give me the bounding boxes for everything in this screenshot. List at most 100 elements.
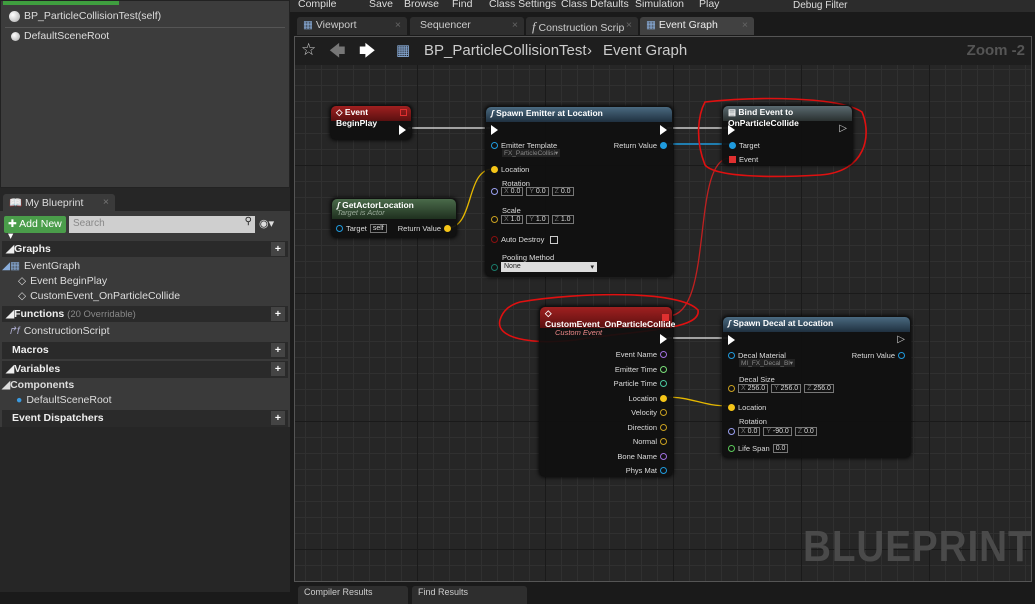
decal-size-pin[interactable]: X 256.0 Y 256.0 Z 256.0 <box>728 384 834 393</box>
location-pin[interactable]: Location <box>728 403 766 412</box>
pin-label: Location <box>738 403 767 412</box>
exec-out-pin[interactable] <box>660 334 667 344</box>
pin-label: Phys Mat <box>625 466 657 475</box>
size-y[interactable]: Y 256.0 <box>771 384 802 393</box>
node-bind-event[interactable]: ▤ Bind Event to OnParticleCollide ▷ Targ… <box>722 105 853 165</box>
rotation-x[interactable]: X 0.0 <box>738 427 761 436</box>
node-header: ʃ Spawn Emitter at Location <box>486 107 672 122</box>
scale-y[interactable]: Y 1.0 <box>526 215 549 224</box>
tab-label: Compiler Results <box>304 587 373 597</box>
wires-layer <box>408 97 867 407</box>
pin-label: Target <box>346 224 367 233</box>
pin-label: Event Name <box>615 350 657 359</box>
rotation-z[interactable]: Z 0.0 <box>551 187 574 196</box>
pin-label: Life Span <box>738 444 770 453</box>
output-pin[interactable]: Phys Mat <box>626 466 667 475</box>
scale-label: Scale <box>502 206 521 215</box>
pin-label: Return Value <box>613 141 657 150</box>
node-header: ▤ Bind Event to OnParticleCollide <box>723 106 852 128</box>
life-span-pin[interactable]: Life Span 0.0 <box>728 444 789 453</box>
decal-size-label: Decal Size <box>739 375 775 384</box>
exec-in-pin[interactable] <box>728 335 735 345</box>
tab-label: Find Results <box>418 587 469 597</box>
vector-wire <box>663 396 731 407</box>
rotation-y[interactable]: Y 0.0 <box>526 187 549 196</box>
pin-label: Target <box>739 141 760 150</box>
rotation-x[interactable]: X 0.0 <box>501 187 524 196</box>
node-spawn-emitter[interactable]: ʃ Spawn Emitter at Location Emitter Temp… <box>485 106 673 277</box>
tab-find-results[interactable]: Find Results <box>412 586 527 604</box>
node-header: ◇ CustomEvent_OnParticleCollide Custom Ev… <box>540 307 675 337</box>
target-value[interactable]: self <box>369 224 387 233</box>
pooling-pin[interactable]: None ▾ <box>491 262 597 272</box>
pin-label: Velocity <box>631 408 657 417</box>
decal-material-dropdown[interactable]: MI_FX_Decal_Bl▾ <box>739 359 796 367</box>
pooling-dropdown[interactable]: None ▾ <box>501 262 597 272</box>
rotation-y[interactable]: Y -90.0 <box>763 427 792 436</box>
life-span-value[interactable]: 0.0 <box>772 444 789 453</box>
exec-out-pin[interactable]: ▷ <box>839 123 847 134</box>
rotation-pin[interactable]: X 0.0 Y 0.0 Z 0.0 <box>491 187 574 196</box>
output-pin[interactable]: Bone Name <box>617 452 667 461</box>
pin-label: Bone Name <box>617 451 657 461</box>
target-pin[interactable]: Target <box>729 141 760 150</box>
node-header: ◇ Event BeginPlay <box>331 106 411 128</box>
node-title: Spawn Decal at Location <box>733 318 834 328</box>
pin-label: Event <box>739 155 759 164</box>
return-value-pin[interactable]: Return Value <box>614 141 667 150</box>
output-pin[interactable]: Normal <box>633 437 667 446</box>
pooling-label: Pooling Method <box>502 253 555 262</box>
rotation-pin[interactable]: X 0.0 Y -90.0 Z 0.0 <box>728 427 817 436</box>
output-pin[interactable]: Emitter Time <box>615 365 667 374</box>
node-header: ʃ GetActorLocation Target is Actor <box>332 199 456 219</box>
return-value-pin[interactable]: Return Value <box>398 224 451 233</box>
pin-label: Location <box>628 393 657 403</box>
node-event-beginplay[interactable]: ◇ Event BeginPlay <box>330 105 412 140</box>
exec-in-pin[interactable] <box>491 125 498 135</box>
output-pin[interactable]: Location <box>629 394 667 403</box>
pin-label: Normal <box>632 437 657 446</box>
pin-label: Direction <box>627 422 657 432</box>
auto-destroy-checkbox[interactable] <box>550 235 559 244</box>
scale-x[interactable]: X 1.0 <box>501 215 524 224</box>
node-spawn-decal[interactable]: ʃ Spawn Decal at Location ▷ Decal Materi… <box>722 316 911 458</box>
scale-pin[interactable]: X 1.0 Y 1.0 Z 1.0 <box>491 215 574 224</box>
output-pin[interactable]: Velocity <box>631 408 667 417</box>
node-custom-event[interactable]: ◇ CustomEvent_OnParticleCollide Custom Ev… <box>539 306 675 477</box>
event-delegate-pin[interactable]: Event <box>729 155 758 164</box>
location-pin[interactable]: Location <box>491 165 529 174</box>
delegate-pin[interactable] <box>662 314 669 321</box>
node-header: ʃ Spawn Decal at Location <box>723 317 910 332</box>
return-value-pin[interactable]: Return Value <box>852 351 905 360</box>
delegate-wire <box>667 157 731 317</box>
node-subtitle: Custom Event <box>555 328 603 337</box>
exec-out-pin[interactable] <box>660 125 667 135</box>
target-pin[interactable]: Target self <box>336 224 387 233</box>
pin-label: Return Value <box>851 351 895 360</box>
pin-label: Emitter Time <box>614 364 657 374</box>
output-pin[interactable]: Event Name <box>616 350 667 359</box>
exec-out-pin[interactable]: ▷ <box>897 334 905 345</box>
exec-out-pin[interactable] <box>399 125 406 135</box>
output-pin[interactable]: Direction <box>627 423 667 432</box>
pin-label: Auto Destroy <box>501 235 545 244</box>
node-title: Bind Event to OnParticleCollide <box>728 107 799 128</box>
scale-z[interactable]: Z 1.0 <box>551 215 574 224</box>
auto-destroy-pin[interactable]: Auto Destroy <box>491 235 559 244</box>
node-get-actor-location[interactable]: ʃ GetActorLocation Target is Actor Target… <box>331 198 457 238</box>
tab-compiler-results[interactable]: Compiler Results <box>298 586 408 604</box>
pin-label: Return Value <box>397 224 441 233</box>
size-x[interactable]: X 256.0 <box>738 384 769 393</box>
output-pin[interactable]: Particle Time <box>614 379 667 388</box>
rotation-z[interactable]: Z 0.0 <box>794 427 817 436</box>
node-title: Event BeginPlay <box>336 107 378 128</box>
delegate-pin[interactable] <box>400 109 407 116</box>
exec-in-pin[interactable] <box>728 125 735 135</box>
blueprint-watermark: BLUEPRINT <box>803 522 1033 571</box>
node-title: Spawn Emitter at Location <box>496 108 603 118</box>
pin-label: Location <box>501 165 530 174</box>
emitter-template-dropdown[interactable]: FX_ParticleCollisi▾ <box>502 149 561 157</box>
rotation-label: Rotation <box>739 417 767 426</box>
size-z[interactable]: Z 256.0 <box>804 384 834 393</box>
pin-label: Particle Time <box>613 379 657 388</box>
